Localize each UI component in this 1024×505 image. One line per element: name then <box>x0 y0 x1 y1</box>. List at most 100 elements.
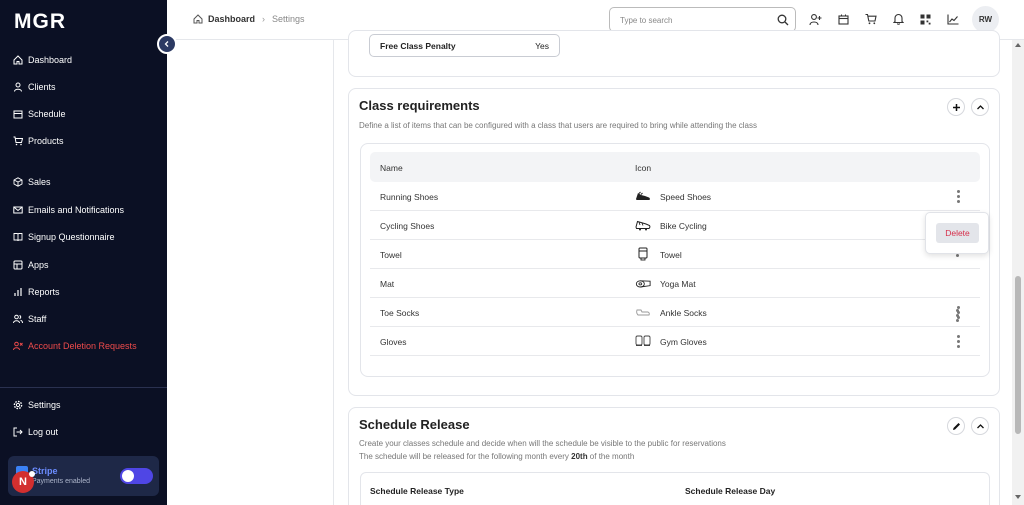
requirement-name: Toe Socks <box>380 308 420 318</box>
edit-schedule-release-button[interactable] <box>947 417 965 435</box>
sidebar-item-label: Apps <box>28 260 49 270</box>
column-header-icon: Icon <box>635 163 652 173</box>
scroll-thumb[interactable] <box>1015 276 1021 434</box>
sidebar-item-logout[interactable]: Log out <box>12 425 58 439</box>
cycling-shoe-icon <box>635 218 651 232</box>
stripe-name: Stripe <box>32 466 58 476</box>
table-row: Mat Yoga Mat <box>370 269 980 298</box>
sidebar-item-label: Dashboard <box>28 55 73 65</box>
home-icon <box>193 14 203 24</box>
bar-chart-icon <box>12 287 23 298</box>
requirement-name: Mat <box>380 279 395 289</box>
line-chart-icon[interactable] <box>946 12 960 26</box>
sidebar-item-label: Schedule <box>28 109 66 119</box>
logout-icon <box>12 427 23 438</box>
user-avatar[interactable]: RW <box>972 6 999 33</box>
plus-icon <box>952 103 960 111</box>
column-header-release-day: Schedule Release Day <box>685 486 776 496</box>
chevron-up-icon <box>976 104 984 109</box>
release-day-value: 20th <box>571 452 588 461</box>
scroll-down-arrow-icon[interactable] <box>1015 495 1021 499</box>
requirement-name: Gloves <box>380 337 407 347</box>
requirement-icon-name: Yoga Mat <box>660 279 696 289</box>
release-info-post: of the month <box>587 452 635 461</box>
book-icon <box>12 232 23 243</box>
sidebar-item-emails[interactable]: Emails and Notifications <box>12 203 124 217</box>
add-user-icon[interactable] <box>808 12 822 26</box>
collapse-schedule-release-button[interactable] <box>971 417 989 435</box>
sidebar-collapse-button[interactable] <box>157 34 177 54</box>
release-info-pre: The schedule will be released for the fo… <box>359 452 572 461</box>
sidebar-item-sales[interactable]: Sales <box>12 175 51 189</box>
row-menu-button[interactable] <box>954 190 962 203</box>
schedule-release-table: Schedule Release Type Schedule Release D… <box>360 472 990 505</box>
add-requirement-button[interactable] <box>947 98 965 116</box>
schedule-release-title: Schedule Release <box>359 417 470 432</box>
free-class-penalty-box: Free Class Penalty Yes <box>369 34 560 57</box>
sidebar-item-apps[interactable]: Apps <box>12 258 49 272</box>
cart-icon <box>12 136 23 147</box>
sidebar-item-label: Signup Questionnaire <box>28 232 115 242</box>
row-menu-button[interactable] <box>953 309 961 322</box>
sidebar-item-account-deletion[interactable]: Account Deletion Requests <box>12 339 137 353</box>
cart-icon[interactable] <box>864 12 878 26</box>
sidebar-item-staff[interactable]: Staff <box>12 312 46 326</box>
running-shoe-icon <box>635 189 651 203</box>
breadcrumb-current: Settings <box>272 14 305 24</box>
sidebar-item-products[interactable]: Products <box>12 134 64 148</box>
column-header-release-type: Schedule Release Type <box>370 486 464 496</box>
page-scrollbar[interactable] <box>1012 40 1024 505</box>
bell-icon[interactable] <box>891 12 905 26</box>
sidebar-item-label: Clients <box>28 82 56 92</box>
users-icon <box>12 314 23 325</box>
scroll-up-arrow-icon[interactable] <box>1015 43 1021 47</box>
collapse-requirements-button[interactable] <box>971 98 989 116</box>
ankle-socks-icon <box>635 305 651 319</box>
requirement-icon-name: Speed Shoes <box>660 192 712 202</box>
pencil-icon <box>952 422 960 430</box>
sidebar: MGR Dashboard Clients Schedule Products … <box>0 0 167 505</box>
sidebar-item-settings[interactable]: Settings <box>12 398 61 412</box>
sidebar-item-label: Reports <box>28 287 60 297</box>
search-input[interactable] <box>620 13 770 27</box>
content-divider <box>333 40 334 505</box>
mail-icon <box>12 205 23 216</box>
requirement-name: Running Shoes <box>380 192 439 202</box>
sidebar-item-dashboard[interactable]: Dashboard <box>12 53 72 67</box>
sidebar-item-signup-questionnaire[interactable]: Signup Questionnaire <box>12 230 115 244</box>
search-box <box>609 7 796 32</box>
breadcrumb-dashboard[interactable]: Dashboard <box>208 14 255 24</box>
class-requirements-description: Define a list of items that can be confi… <box>359 121 757 130</box>
sidebar-item-clients[interactable]: Clients <box>12 80 56 94</box>
stripe-toggle[interactable] <box>120 468 153 484</box>
penalty-value: Yes <box>535 41 549 51</box>
qr-code-icon[interactable] <box>918 12 932 26</box>
sidebar-item-schedule[interactable]: Schedule <box>12 107 66 121</box>
delete-button[interactable]: Delete <box>936 223 979 243</box>
table-header: Name Icon <box>370 152 980 182</box>
notification-dot <box>29 471 35 477</box>
table-row: Towel Towel <box>370 240 980 269</box>
requirement-icon-name: Ankle Socks <box>660 308 707 318</box>
calendar-icon[interactable] <box>836 12 850 26</box>
towel-icon <box>635 247 651 261</box>
sidebar-item-label: Staff <box>28 314 47 324</box>
stripe-status: Payments enabled <box>32 478 90 485</box>
sidebar-divider <box>0 387 167 388</box>
requirements-table: Name Icon Running Shoes Speed Shoes Cycl… <box>360 143 990 377</box>
requirement-name: Towel <box>380 250 402 260</box>
search-icon[interactable] <box>777 14 789 28</box>
row-menu-button[interactable] <box>954 335 962 348</box>
breadcrumb: Dashboard › Settings <box>193 14 305 24</box>
sidebar-item-label: Account Deletion Requests <box>28 341 137 351</box>
table-row: Running Shoes Speed Shoes <box>370 182 980 211</box>
app-logo[interactable]: MGR <box>14 10 66 34</box>
sidebar-item-reports[interactable]: Reports <box>12 285 60 299</box>
schedule-release-description: Create your classes schedule and decide … <box>359 439 726 448</box>
apps-icon <box>12 260 23 271</box>
box-icon <box>12 177 23 188</box>
table-row: Gloves Gym Gloves <box>370 327 980 356</box>
sidebar-item-label: Settings <box>28 400 61 410</box>
table-row: Cycling Shoes Bike Cycling <box>370 211 980 240</box>
requirement-icon-name: Gym Gloves <box>660 337 707 347</box>
